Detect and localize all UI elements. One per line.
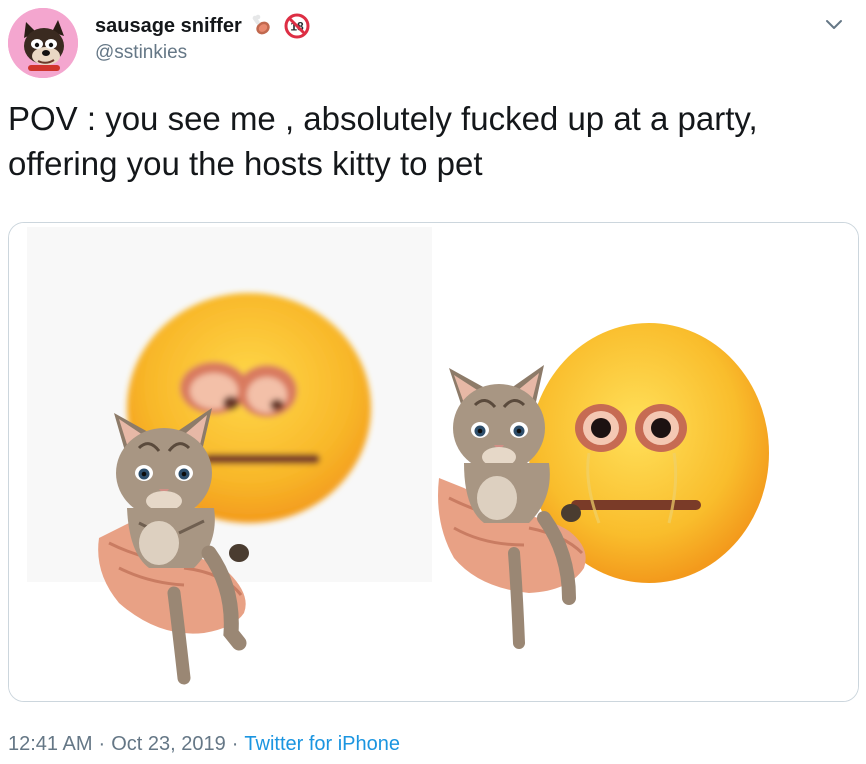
tweet-meta: 12:41 AM · Oct 23, 2019 · Twitter for iPhone [8,733,400,756]
tweet-source-link[interactable]: Twitter for iPhone [244,733,400,755]
display-name[interactable]: sausage sniffer [95,15,242,38]
display-name-row: sausage sniffer 18 [95,12,310,40]
chevron-down-icon[interactable] [822,12,846,36]
tweet-date[interactable]: Oct 23, 2019 [111,733,226,755]
author-names: sausage sniffer 18 @sstinkies [95,12,310,64]
meta-separator: · [98,733,106,755]
meta-separator-2: · [231,733,239,755]
author-handle[interactable]: @sstinkies [95,42,310,64]
tweet-header: sausage sniffer 18 @sstinkies [0,0,866,90]
tweet-media[interactable] [8,222,859,702]
avatar[interactable] [8,8,78,78]
tweet-time[interactable]: 12:41 AM [8,733,93,755]
media-image [9,223,858,701]
meat-emoji-icon [250,13,276,39]
no-under-18-emoji-icon: 18 [284,13,310,39]
cartoon-dog-avatar-icon [8,8,78,78]
tweet-text: POV : you see me , absolutely fucked up … [8,100,758,182]
